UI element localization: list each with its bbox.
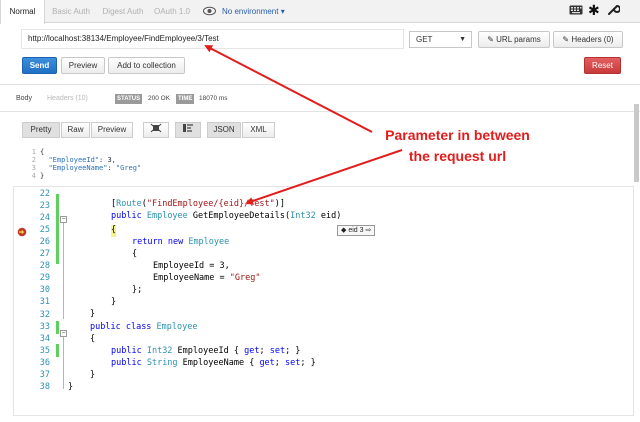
arrow-to-url bbox=[204, 45, 373, 133]
annotation-arrows bbox=[204, 45, 403, 205]
arrow-to-route bbox=[245, 149, 403, 205]
